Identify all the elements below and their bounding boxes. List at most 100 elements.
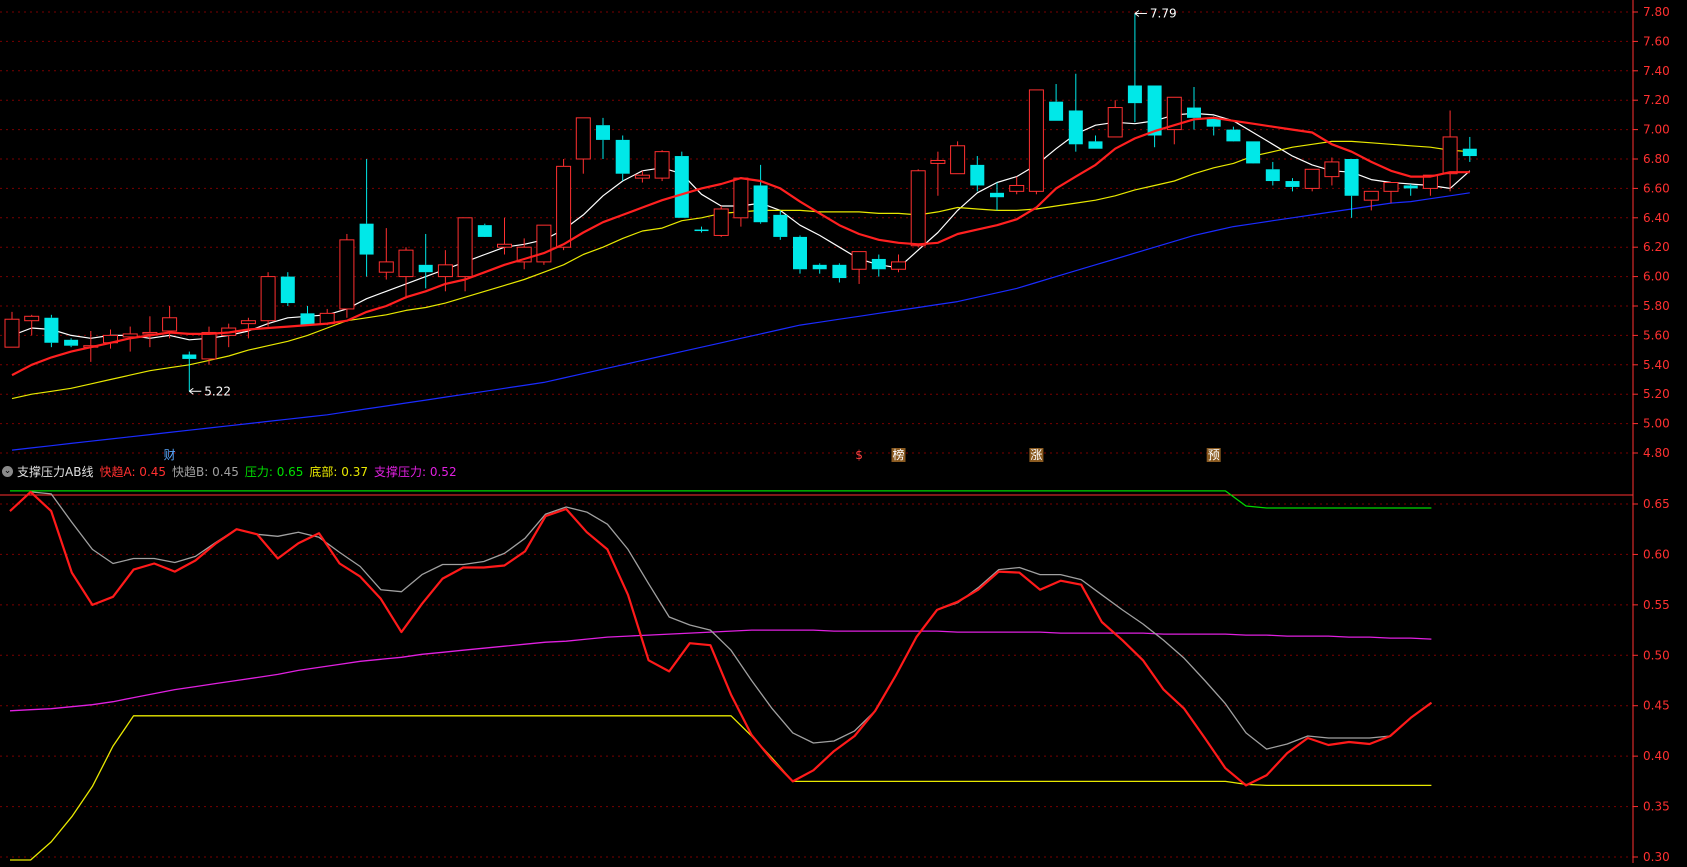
candle-body (1009, 184, 1025, 192)
candle-body (1226, 129, 1241, 142)
candle-body (536, 224, 552, 263)
candle-body (930, 159, 946, 164)
indicator-axis-tick-label: 0.45 (1643, 699, 1670, 713)
indicator-series-line (9, 490, 1433, 787)
candle-body (1068, 110, 1083, 145)
candle-body (477, 225, 492, 237)
candle-body (1088, 141, 1103, 149)
main-axis-tick-label: 7.60 (1643, 34, 1670, 48)
candle-body (694, 229, 709, 232)
candle-body (891, 261, 906, 270)
candle-body (1363, 190, 1379, 201)
indicator-axis-tick-label: 0.30 (1643, 850, 1670, 863)
candle-body (1403, 185, 1418, 189)
chart-stage: 7.80 7.60 7.40 7.20 7.00 6.80 6.60 6.40 6.20 6.00… (0, 0, 1687, 864)
indicator-legend: ⌄ 支撑压力AB线 快趋A: 0.45 快趋B: 0.45 压力: 0.65 底部: … (2, 463, 463, 479)
candle-body (990, 192, 1004, 198)
candle-body (871, 258, 886, 270)
main-axis-tick-label: 7.40 (1643, 64, 1670, 78)
candle-body (162, 317, 178, 332)
main-axis-tick-label: 5.40 (1643, 358, 1670, 372)
candle-body (556, 165, 572, 248)
indicator-axis-tick-label: 0.35 (1643, 800, 1670, 814)
candle-body (713, 208, 729, 236)
indicator-axis-tick-label: 0.50 (1643, 648, 1670, 662)
candle-body (280, 276, 295, 304)
candle-body (1049, 101, 1064, 121)
main-axis-tick-label: 5.20 (1643, 387, 1670, 401)
candle-body (44, 317, 59, 343)
candle-body (674, 156, 689, 218)
price-annotation-label: 7.79 (1150, 6, 1177, 20)
candle-body (753, 185, 768, 223)
candle-body (437, 264, 453, 278)
main-axis-tick-label: 6.40 (1643, 211, 1670, 225)
candle-body (596, 125, 610, 140)
candle-body (1246, 141, 1261, 164)
candle-body (950, 145, 966, 175)
moving-average-line (11, 192, 1470, 451)
legend-entry: 底部: 0.37 (309, 464, 368, 479)
stock-chart[interactable]: 7.80 7.60 7.40 7.20 7.00 6.80 6.60 6.40 6.20 6.00… (0, 0, 1687, 864)
indicator-axis-tick-label: 0.65 (1643, 497, 1670, 511)
price-annotation-label: 5.22 (204, 384, 231, 398)
candle-body (1107, 107, 1123, 138)
candle-body (24, 315, 40, 322)
main-axis-tick-label: 5.00 (1643, 417, 1670, 431)
candle-body (793, 236, 807, 270)
main-axis-tick-label: 6.60 (1643, 181, 1670, 195)
candle-body (359, 223, 374, 255)
candle-body (339, 239, 355, 310)
candle-body (182, 354, 197, 359)
main-axis-tick-label: 4.80 (1643, 446, 1670, 460)
event-marker: 预 (1208, 448, 1220, 462)
candle-body (378, 261, 394, 273)
main-axis-tick-label: 7.00 (1643, 123, 1670, 137)
indicator-axis-tick-label: 0.55 (1643, 598, 1670, 612)
candle-body (497, 243, 512, 248)
candle-body (1147, 85, 1162, 136)
candle-body (1462, 148, 1477, 157)
candle-body (1304, 168, 1320, 189)
candle-body (575, 117, 591, 160)
candle-body (260, 276, 276, 322)
candle-body (654, 151, 670, 179)
event-marker: 财 (164, 448, 176, 462)
candle-body (812, 264, 827, 270)
candle-body (1127, 85, 1142, 104)
indicator-axis-tick-label: 0.40 (1643, 749, 1670, 763)
event-marker: 榜 (892, 447, 904, 462)
candle-body (4, 318, 20, 348)
candle-body (457, 217, 473, 278)
indicator-series-line (10, 490, 1432, 509)
indicator-series-line (10, 715, 1432, 861)
candle-body (1383, 182, 1399, 192)
main-axis-tick-label: 5.80 (1643, 299, 1670, 313)
main-axis-tick-label: 7.20 (1643, 93, 1670, 107)
main-axis-tick-label: 7.80 (1643, 5, 1670, 19)
candle-body (64, 339, 79, 346)
candle-body (1187, 107, 1201, 118)
collapse-icon[interactable]: ⌄ (2, 465, 13, 477)
candle-body (1324, 161, 1340, 178)
candle-body (910, 170, 926, 247)
main-axis-tick-label: 6.20 (1643, 240, 1670, 254)
candle-body (851, 251, 867, 270)
candle-body (398, 249, 414, 278)
main-axis-tick-label: 6.80 (1643, 152, 1670, 166)
candle-body (1442, 136, 1458, 175)
indicator-axis-tick-label: 0.60 (1643, 547, 1670, 561)
candle-body (122, 333, 138, 338)
candle-body (300, 313, 315, 326)
candle-body (615, 139, 630, 174)
candle-body (634, 174, 650, 179)
event-marker: 涨 (1030, 447, 1042, 462)
candle-body (832, 264, 847, 279)
legend-entry: 快趋B: 0.45 (172, 464, 239, 479)
legend-entry: 支撑压力: 0.52 (374, 464, 457, 479)
candle-body (1265, 169, 1280, 182)
candle-body (733, 177, 749, 219)
candle-body (970, 164, 985, 186)
candle-body (1344, 159, 1359, 196)
legend-entry: 压力: 0.65 (244, 464, 304, 479)
